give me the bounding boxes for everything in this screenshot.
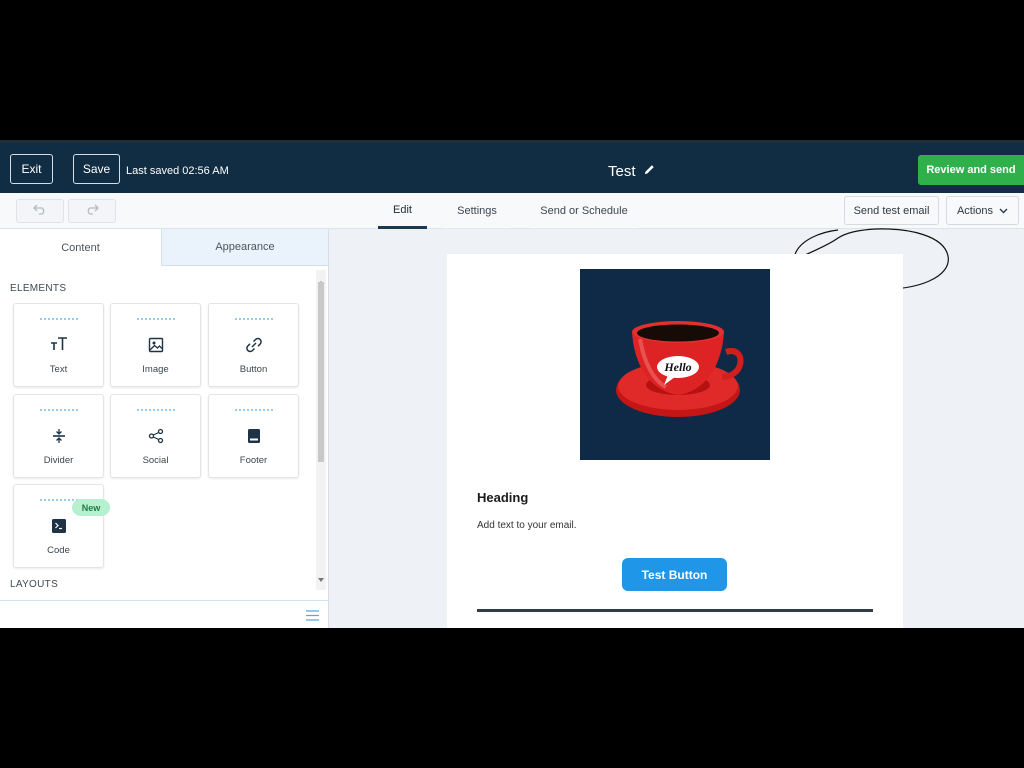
element-label: Button xyxy=(239,364,268,375)
sidebar-scrollbar[interactable] xyxy=(316,270,326,590)
tab-edit[interactable]: Edit xyxy=(378,193,427,229)
coffee-cup-illustration: Hello xyxy=(616,321,744,417)
email-editor-screen: Exit Save Last saved 02:56 AM Test Revie… xyxy=(0,140,1024,628)
element-label: Image xyxy=(142,364,169,375)
send-test-email-button[interactable]: Send test email xyxy=(844,196,939,225)
share-icon xyxy=(111,428,200,446)
undo-icon xyxy=(33,202,47,220)
email-heading[interactable]: Heading xyxy=(477,490,528,505)
redo-button[interactable] xyxy=(68,199,116,223)
element-label: Social xyxy=(142,455,169,466)
new-badge: New xyxy=(72,499,110,516)
drag-handle[interactable] xyxy=(137,409,175,411)
exit-button[interactable]: Exit xyxy=(10,154,53,184)
last-saved-status: Last saved 02:56 AM xyxy=(126,165,229,177)
layouts-section-label: LAYOUTS xyxy=(10,579,59,590)
scrollbar-thumb[interactable] xyxy=(318,282,324,462)
element-card-divider[interactable]: Divider xyxy=(13,394,104,478)
email-cta-button[interactable]: Test Button xyxy=(622,558,727,591)
email-title: Test xyxy=(608,162,636,180)
element-label: Footer xyxy=(239,455,268,466)
email-body-text[interactable]: Add text to your email. xyxy=(477,520,577,531)
element-card-footer[interactable]: Footer xyxy=(208,394,299,478)
review-and-send-button[interactable]: Review and send xyxy=(918,155,1024,185)
chevron-down-icon xyxy=(999,205,1008,217)
element-card-social[interactable]: Social xyxy=(110,394,201,478)
drag-handle[interactable] xyxy=(235,409,273,411)
scroll-down-arrow-icon[interactable] xyxy=(318,570,324,588)
hamburger-menu-icon[interactable] xyxy=(306,608,319,626)
element-label: Divider xyxy=(43,455,74,466)
tab-send-or-schedule[interactable]: Send or Schedule xyxy=(530,193,638,229)
drag-handle[interactable] xyxy=(40,318,78,320)
pencil-icon[interactable] xyxy=(644,162,655,180)
content-sidebar: Content Appearance ELEMENTS Text Image B… xyxy=(0,229,329,628)
undo-button[interactable] xyxy=(16,199,64,223)
element-card-button[interactable]: Button xyxy=(208,303,299,387)
email-divider[interactable] xyxy=(477,609,873,612)
top-header-bar: Exit Save Last saved 02:56 AM Test Revie… xyxy=(0,140,1024,193)
image-icon xyxy=(111,337,200,355)
drag-handle[interactable] xyxy=(40,499,78,501)
text-icon xyxy=(14,337,103,355)
elements-section-label: ELEMENTS xyxy=(10,283,67,294)
sidebar-footer xyxy=(0,600,328,628)
redo-icon xyxy=(85,202,99,220)
element-label: Code xyxy=(47,545,70,556)
element-card-image[interactable]: Image xyxy=(110,303,201,387)
tab-settings[interactable]: Settings xyxy=(444,193,510,229)
drag-handle[interactable] xyxy=(137,318,175,320)
actions-dropdown[interactable]: Actions xyxy=(946,196,1019,225)
element-card-code[interactable]: New Code xyxy=(13,484,110,568)
editor-toolbar: Edit Settings Send or Schedule Send test… xyxy=(0,193,1024,290)
hello-caption: Hello xyxy=(663,360,691,374)
sidebar-tab-appearance[interactable]: Appearance xyxy=(162,229,328,266)
email-canvas[interactable]: Hello Heading Add text to your email. Te… xyxy=(447,254,903,628)
footer-icon xyxy=(209,428,298,446)
sidebar-tab-content[interactable]: Content xyxy=(0,229,162,266)
actions-label: Actions xyxy=(956,204,994,217)
save-button[interactable]: Save xyxy=(73,154,120,184)
drag-handle[interactable] xyxy=(235,318,273,320)
element-card-text[interactable]: Text xyxy=(13,303,104,387)
coffee-cup-image[interactable]: Hello xyxy=(580,269,770,460)
element-label: Text xyxy=(49,364,68,375)
terminal-icon xyxy=(14,518,103,536)
drag-handle[interactable] xyxy=(40,409,78,411)
email-title-group: Test xyxy=(608,162,655,180)
link-icon xyxy=(209,337,298,355)
divider-icon xyxy=(14,428,103,446)
